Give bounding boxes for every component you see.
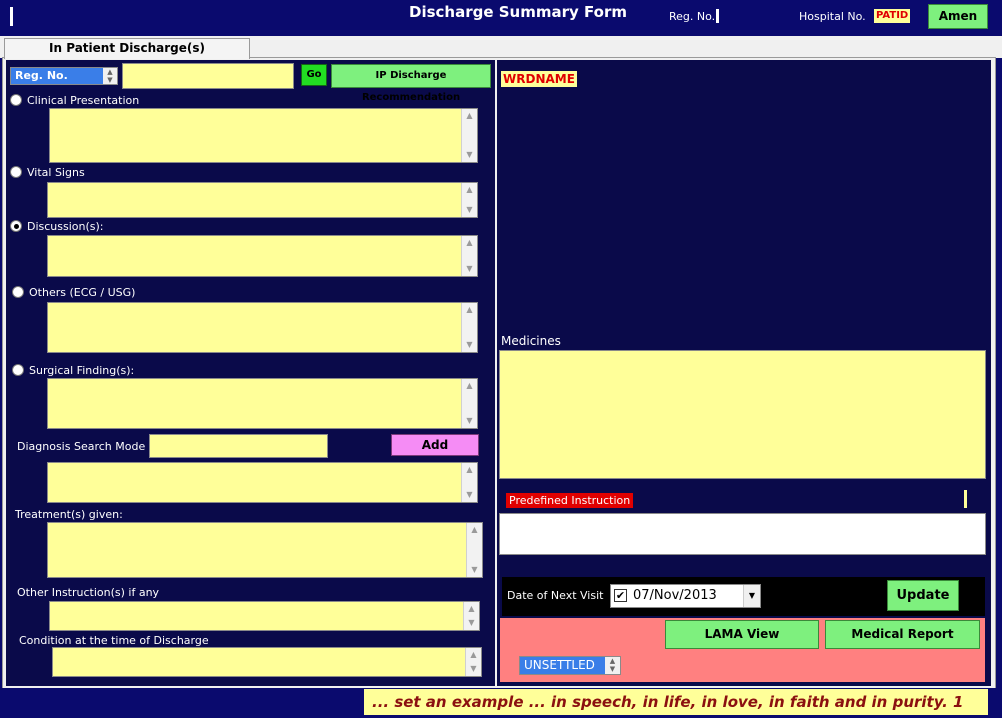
medicines-textarea[interactable] <box>499 350 986 479</box>
clinical-presentation-label: Clinical Presentation <box>27 94 140 107</box>
update-button[interactable]: Update <box>887 580 959 611</box>
scroll-down-icon[interactable]: ▼ <box>462 204 477 216</box>
surgical-finding-radio[interactable] <box>12 364 24 376</box>
scrollbar[interactable]: ▲ ▼ <box>466 523 482 577</box>
spinner-icon[interactable]: ▲ ▼ <box>103 68 117 84</box>
header-reg-value <box>716 9 719 23</box>
reg-no-input[interactable] <box>122 63 294 89</box>
treatment-label: Treatment(s) given: <box>15 508 123 521</box>
chevron-down-icon[interactable]: ▼ <box>743 585 760 607</box>
header-reg-label: Reg. No. <box>669 10 716 23</box>
others-textarea[interactable]: ▲ ▼ <box>47 302 478 353</box>
next-visit-date-value: 07/Nov/2013 <box>633 588 717 603</box>
condition-label: Condition at the time of Discharge <box>19 634 209 647</box>
scroll-down-icon[interactable]: ▼ <box>462 263 477 275</box>
predefined-instruction-input[interactable] <box>499 513 986 555</box>
scroll-up-icon[interactable]: ▲ <box>462 110 477 122</box>
medicines-label: Medicines <box>501 334 561 348</box>
footer-verse: ... set an example ... in speech, in lif… <box>364 689 988 715</box>
predefined-instruction-label: Predefined Instruction <box>506 493 634 508</box>
vital-signs-textarea[interactable]: ▲ ▼ <box>47 182 478 218</box>
other-instruction-label: Other Instruction(s) if any <box>17 586 160 599</box>
scrollbar[interactable]: ▲ ▼ <box>465 648 481 676</box>
scroll-down-icon[interactable]: ▼ <box>462 415 477 427</box>
scrollbar[interactable]: ▲ ▼ <box>461 303 477 352</box>
page-title: Discharge Summary Form <box>409 3 627 21</box>
header-hospital-label: Hospital No. <box>799 10 866 23</box>
scroll-up-icon[interactable]: ▲ <box>467 524 482 536</box>
reg-no-select-value: Reg. No. <box>15 69 68 82</box>
scroll-down-icon[interactable]: ▼ <box>462 149 477 161</box>
scroll-down-icon[interactable]: ▼ <box>464 617 479 629</box>
date-enabled-checkbox[interactable]: ✔ <box>614 589 627 602</box>
scrollbar[interactable]: ▲ ▼ <box>461 236 477 276</box>
scroll-down-icon[interactable]: ▼ <box>467 564 482 576</box>
lama-view-button[interactable]: LAMA View <box>665 620 819 649</box>
header-caret <box>10 7 13 26</box>
others-radio[interactable] <box>12 286 24 298</box>
scroll-up-icon[interactable]: ▲ <box>462 464 477 476</box>
scroll-up-icon[interactable]: ▲ <box>466 649 481 661</box>
scroll-up-icon[interactable]: ▲ <box>462 304 477 316</box>
other-instruction-textarea[interactable]: ▲ ▼ <box>49 601 480 631</box>
scrollbar[interactable]: ▲ ▼ <box>461 109 477 162</box>
condition-textarea[interactable]: ▲ ▼ <box>52 647 482 677</box>
surgical-finding-textarea[interactable]: ▲ ▼ <box>47 378 478 429</box>
diagnosis-search-label: Diagnosis Search Mode <box>17 440 146 453</box>
surgical-finding-label: Surgical Finding(s): <box>29 364 135 377</box>
settlement-status-value: UNSETTLED <box>524 658 595 672</box>
predefined-instruction-caret <box>964 490 967 508</box>
scroll-up-icon[interactable]: ▲ <box>462 380 477 392</box>
scrollbar[interactable]: ▲ ▼ <box>461 463 477 502</box>
clinical-presentation-radio[interactable] <box>10 94 22 106</box>
scrollbar[interactable]: ▲ ▼ <box>461 379 477 428</box>
scrollbar[interactable]: ▲ ▼ <box>461 183 477 217</box>
scroll-down-icon[interactable]: ▼ <box>462 489 477 501</box>
discussion-radio[interactable] <box>10 220 22 232</box>
diagnosis-search-input[interactable] <box>149 434 328 458</box>
reg-no-select[interactable]: Reg. No. ▲ ▼ <box>10 67 118 85</box>
medical-report-button[interactable]: Medical Report <box>825 620 980 649</box>
scroll-up-icon[interactable]: ▲ <box>464 603 479 615</box>
discussion-label: Discussion(s): <box>27 220 104 233</box>
scroll-up-icon[interactable]: ▲ <box>462 184 477 196</box>
vital-signs-label: Vital Signs <box>27 166 85 179</box>
tab-inpatient-discharge[interactable]: In Patient Discharge(s) <box>4 38 250 59</box>
treatment-textarea[interactable]: ▲ ▼ <box>47 522 483 578</box>
add-diagnosis-button[interactable]: Add <box>391 434 479 456</box>
spinner-icon[interactable]: ▲ ▼ <box>605 657 620 674</box>
vital-signs-radio[interactable] <box>10 166 22 178</box>
ip-discharge-recommendation-button[interactable]: IP Discharge Recommendation <box>331 64 491 103</box>
settlement-status-select[interactable]: UNSETTLED ▲ ▼ <box>519 656 621 675</box>
amen-button[interactable]: Amen <box>928 4 988 29</box>
scroll-down-icon[interactable]: ▼ <box>462 339 477 351</box>
ward-name: WRDNAME <box>501 71 577 87</box>
go-button[interactable]: Go <box>301 64 327 86</box>
clinical-presentation-textarea[interactable]: ▲ ▼ <box>49 108 478 163</box>
discussion-textarea[interactable]: ▲ ▼ <box>47 235 478 277</box>
others-label: Others (ECG / USG) <box>29 286 136 299</box>
scroll-up-icon[interactable]: ▲ <box>462 237 477 249</box>
next-visit-date-picker[interactable]: ✔ 07/Nov/2013 ▼ <box>610 584 761 608</box>
diagnosis-textarea[interactable]: ▲ ▼ <box>47 462 478 503</box>
header-hospital-value: PATID <box>874 9 911 23</box>
scrollbar[interactable]: ▲ ▼ <box>463 602 479 630</box>
next-visit-label: Date of Next Visit <box>507 589 604 602</box>
scroll-down-icon[interactable]: ▼ <box>466 663 481 675</box>
